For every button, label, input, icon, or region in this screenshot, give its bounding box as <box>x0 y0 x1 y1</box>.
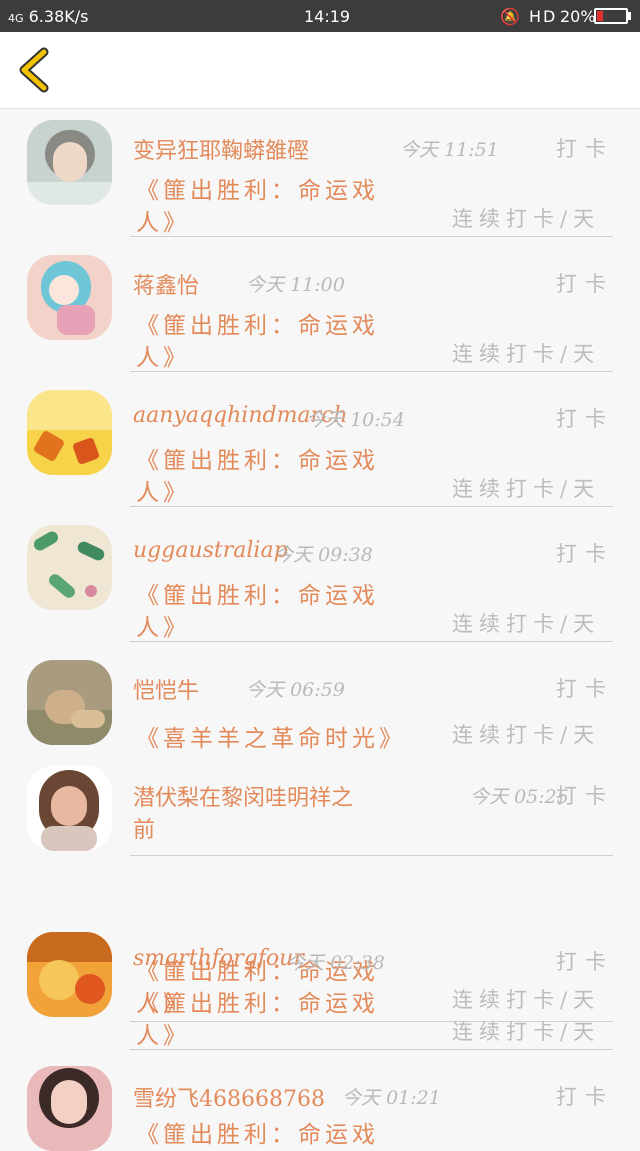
daka-button[interactable]: 打卡 <box>556 946 614 976</box>
daka-button[interactable]: 打卡 <box>556 780 614 810</box>
checkin-time: 今天 06:59 <box>246 675 345 702</box>
status-icons: 🔕 HD <box>500 7 558 26</box>
book-title[interactable]: 《篚出胜利：命运戏 <box>136 441 379 475</box>
clock: 14:19 <box>304 7 351 26</box>
user-name[interactable]: 雪纷飞468668768 <box>133 1081 325 1113</box>
daka-button[interactable]: 打卡 <box>556 133 614 163</box>
top-bar <box>0 32 640 109</box>
book-title[interactable]: 《篚出胜利：命运戏 <box>136 171 379 205</box>
divider <box>130 236 613 237</box>
checkin-time: 今天 05:25 <box>470 782 569 809</box>
battery-percent: 20% <box>560 7 596 26</box>
time-label: 09:38 <box>318 544 373 566</box>
time-label: 01:21 <box>386 1087 441 1109</box>
user-name-cont[interactable]: 前 <box>133 812 155 844</box>
user-name[interactable]: 变异狂耶鞠蟒雒䃘 <box>133 133 309 165</box>
streak-label: 连续打卡/天 <box>452 342 601 366</box>
checkin-time: 今天 02:38 <box>286 948 385 975</box>
avatar[interactable] <box>27 525 112 610</box>
daka-button[interactable]: 打卡 <box>556 1081 614 1111</box>
user-name[interactable]: uggaustraliap <box>133 538 288 563</box>
date-label: 今天 <box>246 679 285 701</box>
book-title-cont[interactable]: 人》 <box>136 1016 190 1050</box>
streak-label: 连续打卡/天 <box>452 1020 601 1044</box>
chevron-left-icon <box>19 47 49 93</box>
date-label: 今天 <box>306 409 345 431</box>
book-title-cont[interactable]: 人》 <box>136 203 190 237</box>
streak-label: 连续打卡/天 <box>452 723 601 747</box>
avatar[interactable] <box>27 766 112 851</box>
book-title[interactable]: 《篚出胜利：命运戏 <box>136 984 379 1018</box>
date-label: 今天 <box>286 952 325 974</box>
signal-speed: 4G 6.38K/s <box>8 7 88 26</box>
divider <box>130 371 613 372</box>
time-label: 11:51 <box>444 139 499 161</box>
checkin-time: 今天 01:21 <box>342 1083 441 1110</box>
checkin-time: 今天 09:38 <box>274 540 373 567</box>
time-label: 02:38 <box>330 952 385 974</box>
divider <box>130 1049 613 1050</box>
streak-label: 连续打卡/天 <box>452 988 601 1012</box>
date-label: 今天 <box>246 274 285 296</box>
avatar[interactable] <box>27 255 112 340</box>
daka-button[interactable]: 打卡 <box>556 673 614 703</box>
date-label: 今天 <box>470 786 509 808</box>
time-label: 10:54 <box>350 409 405 431</box>
user-name[interactable]: 潜伏梨在黎闵哇明祥之 <box>133 780 353 812</box>
status-bar: 4G 6.38K/s 14:19 🔕 HD 20% <box>0 0 640 32</box>
book-title[interactable]: 《篚出胜利：命运戏 <box>136 306 379 340</box>
avatar[interactable] <box>27 120 112 205</box>
book-title[interactable]: 《篚出胜利：命运戏 <box>136 1115 379 1149</box>
streak-label: 连续打卡/天 <box>452 477 601 501</box>
checkin-time: 今天 11:51 <box>400 135 499 162</box>
book-title[interactable]: 《喜羊羊之革命时光》 <box>136 719 406 753</box>
time-label: 11:00 <box>290 274 345 296</box>
daka-button[interactable]: 打卡 <box>556 403 614 433</box>
divider <box>130 506 613 507</box>
user-name[interactable]: 蒋鑫怡 <box>133 268 199 300</box>
user-name[interactable]: smarthforgfour <box>133 946 304 971</box>
divider <box>130 641 613 642</box>
book-title-cont[interactable]: 人》 <box>136 608 190 642</box>
back-button[interactable] <box>14 46 58 94</box>
network-speed: 6.38K/s <box>28 7 89 26</box>
avatar[interactable] <box>27 1066 112 1151</box>
date-label: 今天 <box>400 139 439 161</box>
checkin-time: 今天 11:00 <box>246 270 345 297</box>
book-title[interactable]: 《篚出胜利：命运戏 <box>136 576 379 610</box>
book-title-cont[interactable]: 人》 <box>136 473 190 507</box>
daka-button[interactable]: 打卡 <box>556 538 614 568</box>
avatar[interactable] <box>27 660 112 745</box>
date-label: 今天 <box>342 1087 381 1109</box>
streak-label: 连续打卡/天 <box>452 612 601 636</box>
avatar[interactable] <box>27 390 112 475</box>
user-name[interactable]: 恺恺牛 <box>133 673 199 705</box>
daka-button[interactable]: 打卡 <box>556 268 614 298</box>
streak-label: 连续打卡/天 <box>452 207 601 231</box>
signal-label: 4G <box>8 12 24 25</box>
battery-icon <box>594 8 628 24</box>
checkin-time: 今天 10:54 <box>306 405 405 432</box>
date-label: 今天 <box>274 544 313 566</box>
book-title-cont[interactable]: 人》 <box>136 338 190 372</box>
divider <box>130 855 613 856</box>
time-label: 06:59 <box>290 679 345 701</box>
avatar[interactable] <box>27 932 112 1017</box>
